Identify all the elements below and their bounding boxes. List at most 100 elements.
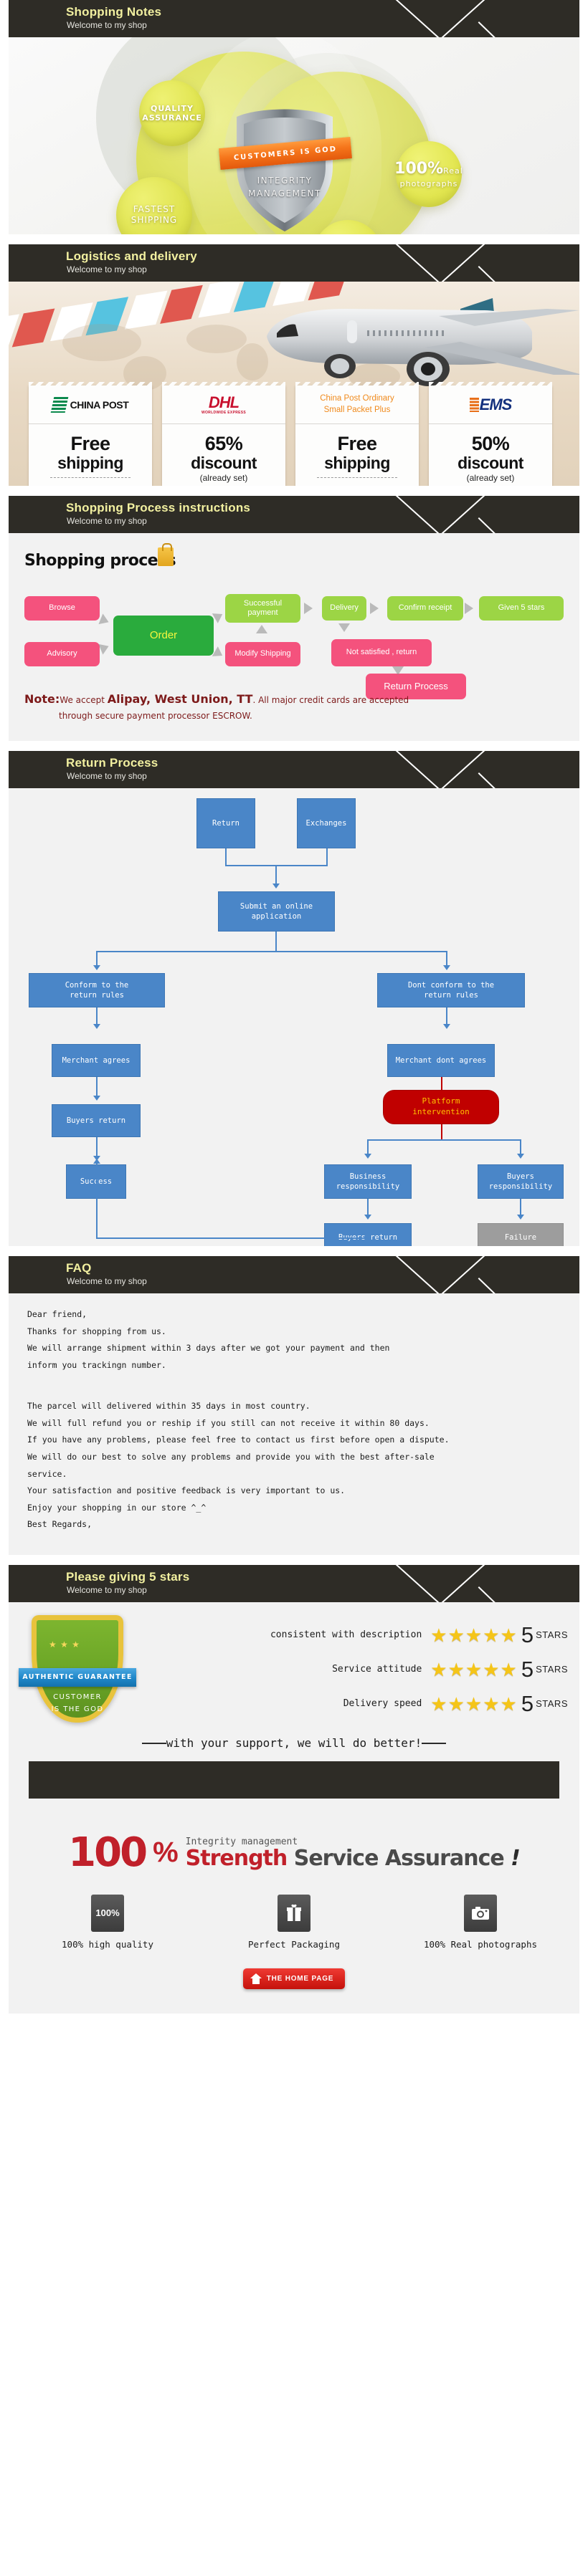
card-perforation-icon (295, 382, 419, 386)
section-faq: FAQ Welcome to my shop Dear friend, Than… (0, 1256, 588, 1555)
banner-slash-icon (425, 1256, 490, 1293)
flow-arrow-icon (93, 1159, 100, 1164)
flow-line (96, 1137, 98, 1157)
flow-arrow-icon (392, 666, 404, 675)
card-price-line3: (already set) (199, 472, 248, 483)
return-node-buyers-responsibility[interactable]: Buyers responsibility (478, 1164, 564, 1199)
flow-node-delivery[interactable]: Delivery (322, 596, 366, 621)
return-process-flowchart-lower: Merchant agrees Merchant dont agrees Buy… (9, 1038, 579, 1246)
badge-ribbon-label: AUTHENTIC GUARANTEE (19, 1667, 136, 1687)
star-icon: ★ (483, 1658, 500, 1680)
banner-subtitle: Welcome to my shop (67, 1584, 147, 1595)
flow-line (96, 1157, 98, 1239)
star-icon: ★ (483, 1692, 500, 1715)
flow-line (367, 1199, 369, 1216)
card-price-line2: shipping (324, 453, 390, 472)
carrier-logo: DHL WORLDWIDE EXPRESS (162, 386, 285, 424)
flow-node-browse[interactable]: Browse (24, 596, 100, 621)
flow-node-order[interactable]: Order (113, 616, 214, 656)
banner-title: Please giving 5 stars (66, 1569, 190, 1584)
return-node-exchanges[interactable]: Exchanges (297, 798, 356, 848)
return-node-business-responsibility[interactable]: Business responsibility (324, 1164, 412, 1199)
return-node-dont-conform-rules[interactable]: Dont conform to the return rules (377, 973, 525, 1007)
flow-node-successful-payment[interactable]: Successful payment (225, 594, 300, 623)
card-delivery-days: 60-120 days (29, 482, 152, 486)
flow-arrow-icon (465, 603, 473, 614)
banner-slash-icon (425, 244, 490, 282)
shipping-card[interactable]: EMS 50% discount (already set) 7-25 days (429, 382, 552, 486)
note-pre: We accept (60, 695, 108, 705)
return-process-body: Return Exchanges Submit an online applic… (9, 788, 579, 1246)
feature-label: 100% Real photographs (423, 1938, 538, 1950)
china-post-mark-icon (50, 396, 68, 413)
card-divider (50, 477, 131, 478)
banner-title: Shopping Notes (66, 5, 162, 19)
return-node-platform-intervention[interactable]: Platform intervention (383, 1090, 499, 1124)
return-node-merchant-agrees[interactable]: Merchant agrees (52, 1044, 141, 1077)
flow-node-advisory[interactable]: Advisory (24, 642, 100, 666)
shipping-card[interactable]: China Post Ordinary Small Packet Plus Fr… (295, 382, 419, 486)
banner-slash-icon (478, 266, 518, 282)
flow-node-confirm-receipt[interactable]: Confirm receipt (387, 596, 463, 621)
star-icon: ★ (483, 1624, 500, 1646)
flow-line (446, 951, 447, 967)
flow-line (520, 1139, 521, 1155)
section-return-process: Return Process Welcome to my shop Return… (0, 751, 588, 1246)
dhl-logo-subtext: WORLDWIDE EXPRESS (201, 410, 247, 415)
return-process-flowchart: Return Exchanges Submit an online applic… (9, 788, 579, 1050)
authentic-guarantee-badge: ★ ★ ★ AUTHENTIC GUARANTEE CUSTOMER IS TH… (19, 1612, 136, 1727)
section-shopping-notes: Shopping Notes Welcome to my shop QUALIT… (0, 0, 588, 234)
banner-slash-icon (478, 21, 518, 37)
flow-arrow-icon (443, 965, 450, 970)
flow-line (96, 951, 98, 967)
shopping-process-flowchart: Shopping process Browse Advisory Order S… (9, 533, 579, 741)
flow-node-not-satisfied[interactable]: Not satisfied , return (331, 639, 432, 666)
return-node-failure[interactable]: Failure (478, 1223, 564, 1246)
return-node-buyers-return-left[interactable]: Buyers return (52, 1104, 141, 1137)
section-divider (0, 1246, 588, 1256)
home-page-button[interactable]: THE HOME PAGE (242, 1968, 346, 1989)
flow-arrow-icon (98, 641, 111, 655)
return-node-return[interactable]: Return (196, 798, 255, 848)
shipping-options-graphic: CHINA POST Free shipping 60-120 days (9, 282, 579, 486)
card-price-line1: Free (337, 433, 377, 454)
shield-line1: INTEGRITY (257, 176, 313, 186)
bubble-quality-label: QUALITY ASSURANCE (142, 103, 202, 123)
shipping-card[interactable]: CHINA POST Free shipping 60-120 days (29, 382, 152, 486)
flow-node-given-5-stars[interactable]: Given 5 stars (479, 596, 564, 621)
exclamation-mark: ! (511, 1845, 521, 1871)
return-node-conform-rules[interactable]: Conform to the return rules (29, 973, 165, 1007)
banner-shopping-notes: Shopping Notes Welcome to my shop (9, 0, 579, 37)
banner-slash-icon (425, 751, 490, 788)
banner-slash-icon (478, 1586, 518, 1602)
china-post-ordinary-logo-text: China Post Ordinary Small Packet Plus (320, 393, 394, 414)
shopping-process-body: Shopping process Browse Advisory Order S… (9, 533, 579, 741)
return-node-submit-application[interactable]: Submit an online application (218, 891, 335, 932)
shield-icon (237, 109, 333, 231)
bubble-hundred-real: Real (443, 166, 463, 176)
faq-paragraph-1: Dear friend, Thanks for shopping from us… (27, 1309, 390, 1370)
banner-logistics: Logistics and delivery Welcome to my sho… (9, 244, 579, 282)
note-post: . All major credit cards are accepted (252, 695, 409, 705)
flow-line (96, 951, 447, 952)
return-node-merchant-dont-agrees[interactable]: Merchant dont agrees (387, 1044, 495, 1077)
bubble-fastest-label: FASTEST SHIPPING (131, 204, 178, 225)
card-price-line1: 50% (471, 433, 510, 454)
return-node-buyers-return-right[interactable]: Buyers return (324, 1223, 412, 1246)
shipping-card[interactable]: DHL WORLDWIDE EXPRESS 65% discount (alre… (162, 382, 285, 486)
feature-icon-text: 100% (95, 1907, 120, 1919)
black-divider-bar (29, 1761, 559, 1799)
section-shopping-process: Shopping Process instructions Welcome to… (0, 496, 588, 741)
strength-label: Strength (185, 1845, 288, 1871)
hundred-number: 100 (68, 1829, 148, 1876)
faq-body: Dear friend, Thanks for shopping from us… (9, 1293, 579, 1555)
shopping-bag-icon (158, 543, 174, 566)
ratings-area: ★ ★ ★ AUTHENTIC GUARANTEE CUSTOMER IS TH… (9, 1602, 579, 1735)
card-price-line3: (already set) (466, 472, 515, 483)
banner-title: Shopping Process instructions (66, 501, 251, 514)
support-slogan: with your support, we will do better! (9, 1735, 579, 1761)
banner-slash-icon (425, 1564, 490, 1602)
rating-label: Service attitude (332, 1664, 422, 1675)
flow-arrow-icon (517, 1215, 524, 1220)
flow-node-modify-shipping[interactable]: Modify Shipping (225, 642, 300, 666)
